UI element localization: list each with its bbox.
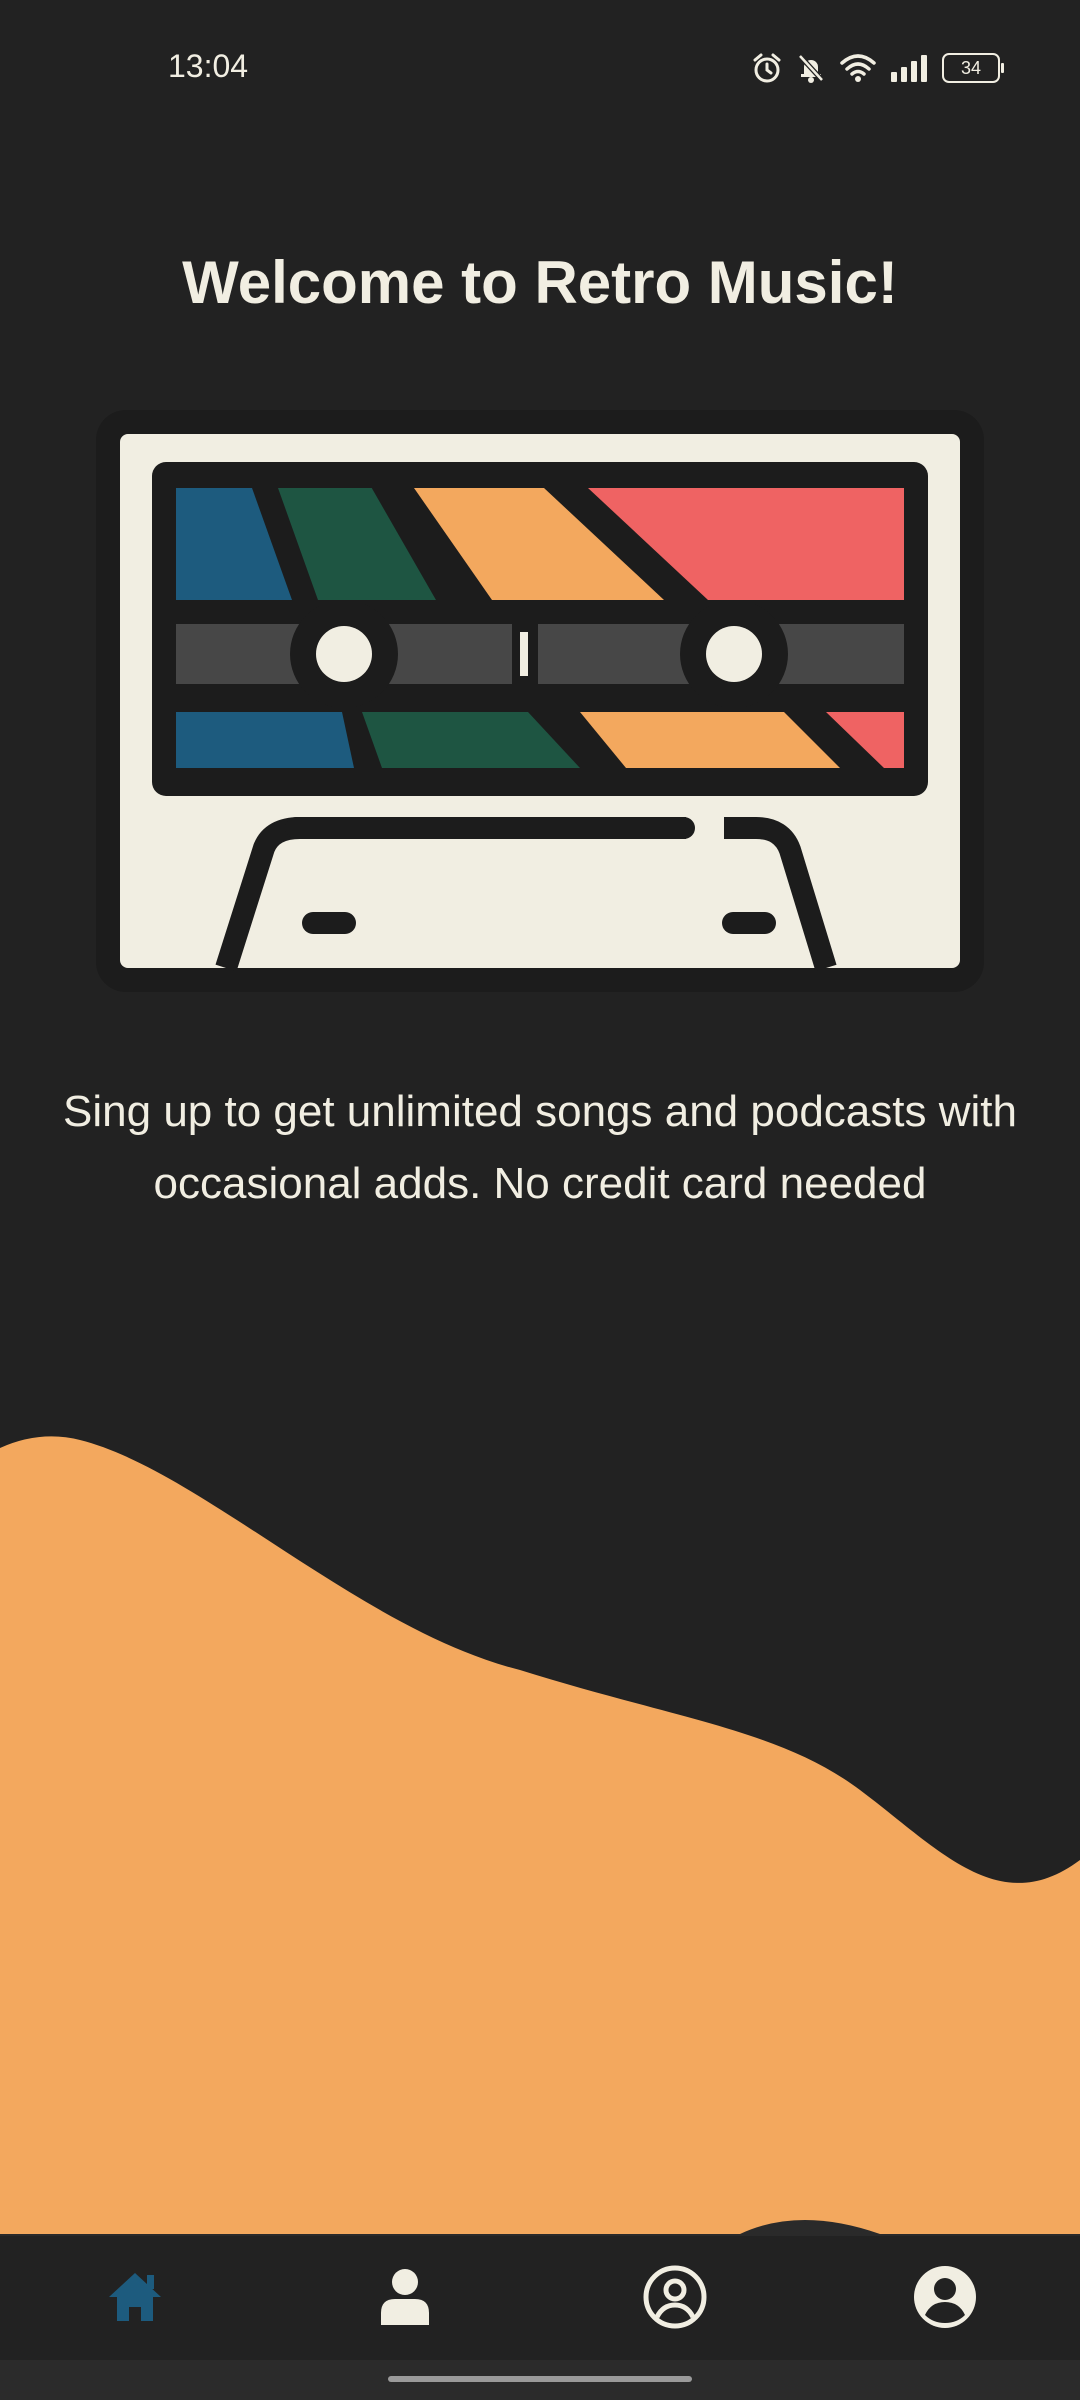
cassette-illustration (96, 410, 984, 992)
alarm-icon (752, 52, 782, 84)
nav-item-profile[interactable] (270, 2236, 540, 2362)
bell-muted-icon (796, 52, 826, 84)
nav-item-home[interactable] (0, 2236, 270, 2362)
gesture-area (0, 2360, 1080, 2400)
account-circle-icon (913, 2265, 977, 2334)
page-title: Welcome to Retro Music! (182, 249, 898, 316)
status-icons: 34 (752, 50, 1004, 86)
status-time: 13:04 (168, 48, 249, 84)
account-circle-outline-icon (643, 2265, 707, 2334)
home-gesture-bar[interactable] (388, 2376, 692, 2382)
nav-item-account[interactable] (540, 2236, 810, 2362)
battery-icon: 34 (942, 53, 1004, 83)
wifi-icon (840, 53, 876, 83)
nav-item-user[interactable] (810, 2236, 1080, 2362)
status-bar: 13:04 34 (0, 0, 1080, 136)
battery-level: 34 (960, 57, 982, 78)
home-icon (105, 2269, 165, 2330)
signup-tagline: Sing up to get unlimited songs and podca… (63, 1087, 1017, 1208)
decorative-wave (0, 1436, 1080, 2234)
welcome-screen: 13:04 34 Welcome to Retro Music! Sing up… (0, 0, 1080, 2400)
bottom-nav (0, 2234, 1080, 2362)
person-icon (379, 2267, 431, 2332)
signal-icon (890, 54, 928, 82)
